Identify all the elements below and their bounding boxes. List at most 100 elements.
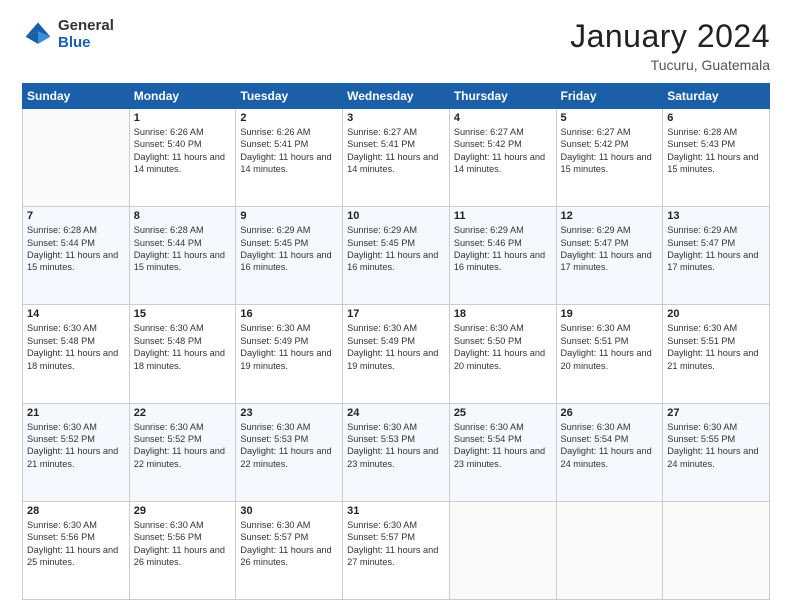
day-number: 18 <box>454 308 552 320</box>
cell-content: Sunrise: 6:28 AM Sunset: 5:43 PM Dayligh… <box>667 126 765 176</box>
calendar-cell-w4-d2: 22Sunrise: 6:30 AM Sunset: 5:52 PM Dayli… <box>129 403 236 501</box>
calendar-cell-w4-d1: 21 Sunrise: 6:30 AM Sunset: 5:52 PM Dayli… <box>23 403 130 501</box>
logo-text: General Blue <box>58 18 114 51</box>
day-number: 26 <box>561 407 659 419</box>
cell-content: Sunrise: 6:30 AM Sunset: 5:53 PM Dayligh… <box>347 421 445 471</box>
week-row-2: 7Sunrise: 6:28 AM Sunset: 5:44 PM Daylig… <box>23 207 770 305</box>
day-number: 17 <box>347 308 445 320</box>
title-block: January 2024 Tucuru, Guatemala <box>570 18 770 73</box>
calendar-table: Sunday Monday Tuesday Wednesday Thursday… <box>22 83 770 600</box>
logo-icon <box>22 19 54 51</box>
cell-content: Sunrise: 6:27 AM Sunset: 5:41 PM Dayligh… <box>347 126 445 176</box>
calendar-cell-w2-d4: 10Sunrise: 6:29 AM Sunset: 5:45 PM Dayli… <box>343 207 450 305</box>
calendar-cell-w5-d3: 30 Sunrise: 6:30 AM Sunset: 5:57 PM Dayli… <box>236 501 343 599</box>
cell-content: Sunrise: 6:28 AM Sunset: 5:44 PM Dayligh… <box>27 224 125 274</box>
cell-content: Sunrise: 6:30 AM Sunset: 5:52 PM Dayligh… <box>27 421 125 471</box>
day-number: 1 <box>134 112 232 124</box>
page: General Blue January 2024 Tucuru, Guatem… <box>0 0 792 612</box>
calendar-cell-w4-d6: 26 Sunrise: 6:30 AM Sunset: 5:54 PM Dayli… <box>556 403 663 501</box>
calendar-cell-w5-d2: 29 Sunrise: 6:30 AM Sunset: 5:56 PM Dayli… <box>129 501 236 599</box>
calendar-cell-w4-d5: 25 Sunrise: 6:30 AM Sunset: 5:54 PM Dayli… <box>449 403 556 501</box>
cell-content: Sunrise: 6:27 AM Sunset: 5:42 PM Dayligh… <box>561 126 659 176</box>
calendar-cell-w1-d1 <box>23 109 130 207</box>
header: General Blue January 2024 Tucuru, Guatem… <box>22 18 770 73</box>
week-row-3: 14 Sunrise: 6:30 AM Sunset: 5:48 PM Dayli… <box>23 305 770 403</box>
cell-content: Sunrise: 6:29 AM Sunset: 5:47 PM Dayligh… <box>561 224 659 274</box>
col-sunday: Sunday <box>23 84 130 109</box>
cell-content: Sunrise: 6:30 AM Sunset: 5:51 PM Dayligh… <box>667 322 765 372</box>
day-number: 28 <box>27 505 125 517</box>
day-number: 21 <box>27 407 125 419</box>
day-number: 14 <box>27 308 125 320</box>
week-row-5: 28 Sunrise: 6:30 AM Sunset: 5:56 PM Dayli… <box>23 501 770 599</box>
calendar-cell-w2-d5: 11 Sunrise: 6:29 AM Sunset: 5:46 PM Dayli… <box>449 207 556 305</box>
cell-content: Sunrise: 6:30 AM Sunset: 5:49 PM Dayligh… <box>240 322 338 372</box>
calendar-cell-w4-d4: 24 Sunrise: 6:30 AM Sunset: 5:53 PM Dayli… <box>343 403 450 501</box>
col-tuesday: Tuesday <box>236 84 343 109</box>
cell-content: Sunrise: 6:30 AM Sunset: 5:52 PM Dayligh… <box>134 421 232 471</box>
logo-blue-text: Blue <box>58 35 114 52</box>
day-number: 20 <box>667 308 765 320</box>
logo-general-text: General <box>58 18 114 35</box>
day-number: 12 <box>561 210 659 222</box>
calendar-cell-w4-d3: 23Sunrise: 6:30 AM Sunset: 5:53 PM Dayli… <box>236 403 343 501</box>
cell-content: Sunrise: 6:30 AM Sunset: 5:50 PM Dayligh… <box>454 322 552 372</box>
logo: General Blue <box>22 18 114 51</box>
calendar-cell-w3-d6: 19Sunrise: 6:30 AM Sunset: 5:51 PM Dayli… <box>556 305 663 403</box>
calendar-cell-w1-d7: 6 Sunrise: 6:28 AM Sunset: 5:43 PM Daylig… <box>663 109 770 207</box>
calendar-cell-w5-d4: 31Sunrise: 6:30 AM Sunset: 5:57 PM Dayli… <box>343 501 450 599</box>
day-number: 11 <box>454 210 552 222</box>
calendar-cell-w1-d2: 1 Sunrise: 6:26 AM Sunset: 5:40 PM Daylig… <box>129 109 236 207</box>
cell-content: Sunrise: 6:30 AM Sunset: 5:54 PM Dayligh… <box>561 421 659 471</box>
col-thursday: Thursday <box>449 84 556 109</box>
day-number: 24 <box>347 407 445 419</box>
cell-content: Sunrise: 6:30 AM Sunset: 5:57 PM Dayligh… <box>240 519 338 569</box>
day-number: 2 <box>240 112 338 124</box>
cell-content: Sunrise: 6:26 AM Sunset: 5:41 PM Dayligh… <box>240 126 338 176</box>
cell-content: Sunrise: 6:30 AM Sunset: 5:54 PM Dayligh… <box>454 421 552 471</box>
day-number: 16 <box>240 308 338 320</box>
cell-content: Sunrise: 6:30 AM Sunset: 5:48 PM Dayligh… <box>134 322 232 372</box>
calendar-cell-w2-d6: 12 Sunrise: 6:29 AM Sunset: 5:47 PM Dayli… <box>556 207 663 305</box>
col-friday: Friday <box>556 84 663 109</box>
day-number: 6 <box>667 112 765 124</box>
day-number: 8 <box>134 210 232 222</box>
day-number: 15 <box>134 308 232 320</box>
day-number: 3 <box>347 112 445 124</box>
cell-content: Sunrise: 6:29 AM Sunset: 5:46 PM Dayligh… <box>454 224 552 274</box>
calendar-cell-w2-d7: 13Sunrise: 6:29 AM Sunset: 5:47 PM Dayli… <box>663 207 770 305</box>
cell-content: Sunrise: 6:29 AM Sunset: 5:45 PM Dayligh… <box>240 224 338 274</box>
day-number: 30 <box>240 505 338 517</box>
week-row-4: 21 Sunrise: 6:30 AM Sunset: 5:52 PM Dayli… <box>23 403 770 501</box>
cell-content: Sunrise: 6:30 AM Sunset: 5:56 PM Dayligh… <box>134 519 232 569</box>
cell-content: Sunrise: 6:29 AM Sunset: 5:47 PM Dayligh… <box>667 224 765 274</box>
calendar-cell-w3-d3: 16 Sunrise: 6:30 AM Sunset: 5:49 PM Dayli… <box>236 305 343 403</box>
calendar-cell-w3-d4: 17Sunrise: 6:30 AM Sunset: 5:49 PM Dayli… <box>343 305 450 403</box>
day-number: 10 <box>347 210 445 222</box>
calendar-cell-w1-d4: 3 Sunrise: 6:27 AM Sunset: 5:41 PM Daylig… <box>343 109 450 207</box>
calendar-cell-w1-d6: 5 Sunrise: 6:27 AM Sunset: 5:42 PM Daylig… <box>556 109 663 207</box>
calendar-cell-w5-d1: 28 Sunrise: 6:30 AM Sunset: 5:56 PM Dayli… <box>23 501 130 599</box>
cell-content: Sunrise: 6:28 AM Sunset: 5:44 PM Dayligh… <box>134 224 232 274</box>
calendar-cell-w3-d1: 14Sunrise: 6:30 AM Sunset: 5:48 PM Dayli… <box>23 305 130 403</box>
day-number: 19 <box>561 308 659 320</box>
cell-content: Sunrise: 6:30 AM Sunset: 5:56 PM Dayligh… <box>27 519 125 569</box>
col-wednesday: Wednesday <box>343 84 450 109</box>
cell-content: Sunrise: 6:27 AM Sunset: 5:42 PM Dayligh… <box>454 126 552 176</box>
calendar-cell-w5-d5 <box>449 501 556 599</box>
calendar-cell-w4-d7: 27 Sunrise: 6:30 AM Sunset: 5:55 PM Dayli… <box>663 403 770 501</box>
calendar-cell-w5-d7 <box>663 501 770 599</box>
cell-content: Sunrise: 6:30 AM Sunset: 5:55 PM Dayligh… <box>667 421 765 471</box>
day-number: 25 <box>454 407 552 419</box>
calendar-cell-w2-d2: 8 Sunrise: 6:28 AM Sunset: 5:44 PM Daylig… <box>129 207 236 305</box>
day-number: 29 <box>134 505 232 517</box>
day-number: 5 <box>561 112 659 124</box>
day-number: 27 <box>667 407 765 419</box>
week-row-1: 1 Sunrise: 6:26 AM Sunset: 5:40 PM Daylig… <box>23 109 770 207</box>
calendar-cell-w2-d1: 7Sunrise: 6:28 AM Sunset: 5:44 PM Daylig… <box>23 207 130 305</box>
calendar-cell-w5-d6 <box>556 501 663 599</box>
cell-content: Sunrise: 6:26 AM Sunset: 5:40 PM Dayligh… <box>134 126 232 176</box>
day-number: 9 <box>240 210 338 222</box>
day-number: 4 <box>454 112 552 124</box>
calendar-cell-w3-d7: 20 Sunrise: 6:30 AM Sunset: 5:51 PM Dayli… <box>663 305 770 403</box>
